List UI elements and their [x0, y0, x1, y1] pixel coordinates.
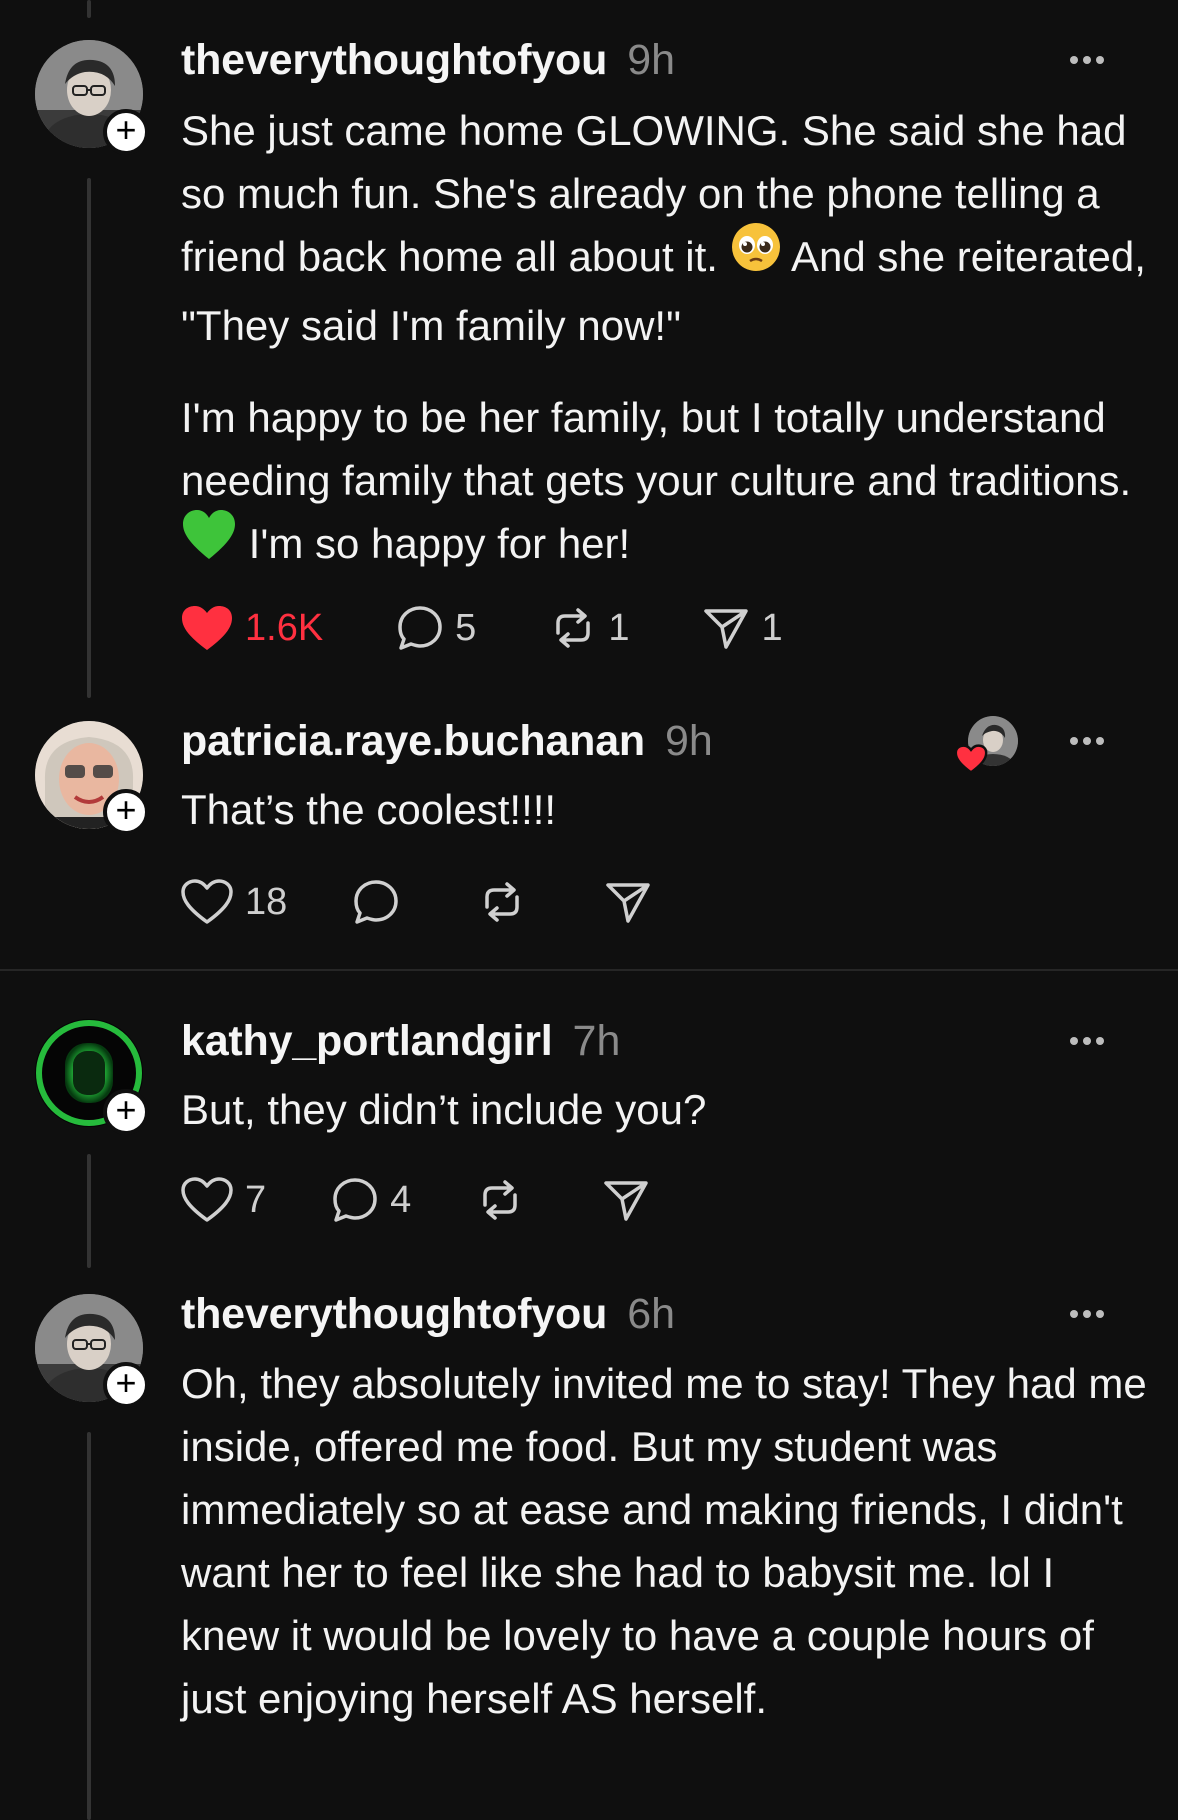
heart-outline-icon	[181, 1177, 233, 1222]
share-button[interactable]	[601, 1175, 651, 1225]
send-icon	[606, 883, 651, 923]
repost-icon	[485, 882, 520, 922]
follow-plus-button[interactable]: +	[103, 109, 149, 155]
timestamp: 7h	[572, 1016, 621, 1065]
thread-connector	[87, 178, 91, 698]
follow-plus-button[interactable]: +	[103, 1362, 149, 1408]
repost-icon	[556, 608, 591, 648]
threads-reply-feed: + theverythoughtofyou 9h She just came h…	[0, 0, 1178, 1820]
reply-count: 5	[455, 606, 477, 649]
repost-count: 1	[608, 606, 630, 649]
timestamp: 9h	[627, 35, 676, 84]
more-options-icon[interactable]	[1070, 1037, 1104, 1045]
post-body: She just came home GLOWING. She said she…	[181, 99, 1151, 582]
post-header: theverythoughtofyou 9h	[181, 32, 1148, 88]
post-actions: 7 4	[179, 1175, 651, 1225]
green-heart-emoji-icon	[181, 509, 237, 578]
more-options-icon[interactable]	[1070, 737, 1104, 745]
send-icon	[604, 1181, 649, 1221]
heart-outline-icon	[181, 879, 233, 924]
username[interactable]: theverythoughtofyou	[181, 1290, 607, 1339]
like-button[interactable]: 1.6K	[179, 603, 323, 653]
more-options-icon[interactable]	[1070, 1310, 1104, 1318]
share-button[interactable]	[603, 877, 653, 927]
thread-connector	[87, 0, 91, 18]
heart-filled-icon	[182, 606, 232, 650]
thread-connector	[87, 1154, 91, 1268]
like-button[interactable]: 18	[179, 877, 287, 927]
reply-button[interactable]: 5	[395, 603, 476, 653]
comment-icon	[398, 606, 442, 650]
post-body: But, they didn’t include you?	[181, 1086, 707, 1133]
comment-icon	[354, 880, 399, 924]
author-liked-avatar	[954, 716, 1018, 774]
reply-button[interactable]	[351, 877, 401, 927]
post-body: That’s the coolest!!!!	[181, 786, 557, 833]
heart-badge-icon	[954, 744, 988, 774]
reply-count: 4	[390, 1178, 412, 1221]
username[interactable]: theverythoughtofyou	[181, 36, 607, 85]
text: I'm happy to be her family, but I totall…	[181, 394, 1132, 505]
follow-plus-button[interactable]: +	[103, 1089, 149, 1135]
post-header: kathy_portlandgirl 7h	[181, 1013, 1148, 1069]
share-count: 1	[761, 606, 783, 649]
post-actions: 18	[179, 877, 653, 927]
more-options-icon[interactable]	[1070, 56, 1104, 64]
reply-button[interactable]: 4	[330, 1175, 411, 1225]
post-header: patricia.raye.buchanan 9h	[181, 713, 1148, 774]
like-button[interactable]: 7	[179, 1175, 266, 1225]
post-header: theverythoughtofyou 6h	[181, 1286, 1148, 1342]
repost-button[interactable]	[477, 877, 527, 927]
divider	[0, 969, 1178, 971]
post-actions: 1.6K 5 1 1	[179, 603, 783, 653]
post-body: Oh, they absolutely invited me to stay! …	[181, 1360, 1147, 1722]
like-count: 18	[245, 880, 288, 923]
username[interactable]: kathy_portlandgirl	[181, 1017, 553, 1066]
timestamp: 6h	[627, 1289, 676, 1338]
like-count: 7	[245, 1178, 267, 1221]
text: I'm so happy for her!	[237, 520, 631, 568]
comment-icon	[333, 1178, 377, 1222]
repost-icon	[483, 1180, 518, 1220]
paragraph: I'm happy to be her family, but I totall…	[181, 386, 1151, 581]
username[interactable]: patricia.raye.buchanan	[181, 717, 645, 766]
like-count: 1.6K	[245, 606, 324, 649]
repost-button[interactable]	[475, 1175, 525, 1225]
timestamp: 9h	[665, 716, 713, 765]
pleading-face-emoji-icon	[730, 221, 782, 290]
repost-button[interactable]: 1	[548, 603, 629, 653]
share-button[interactable]: 1	[701, 603, 783, 653]
paragraph: She just came home GLOWING. She said she…	[181, 99, 1151, 357]
follow-plus-button[interactable]: +	[103, 789, 149, 835]
send-icon	[704, 609, 749, 649]
thread-connector	[87, 1432, 91, 1820]
